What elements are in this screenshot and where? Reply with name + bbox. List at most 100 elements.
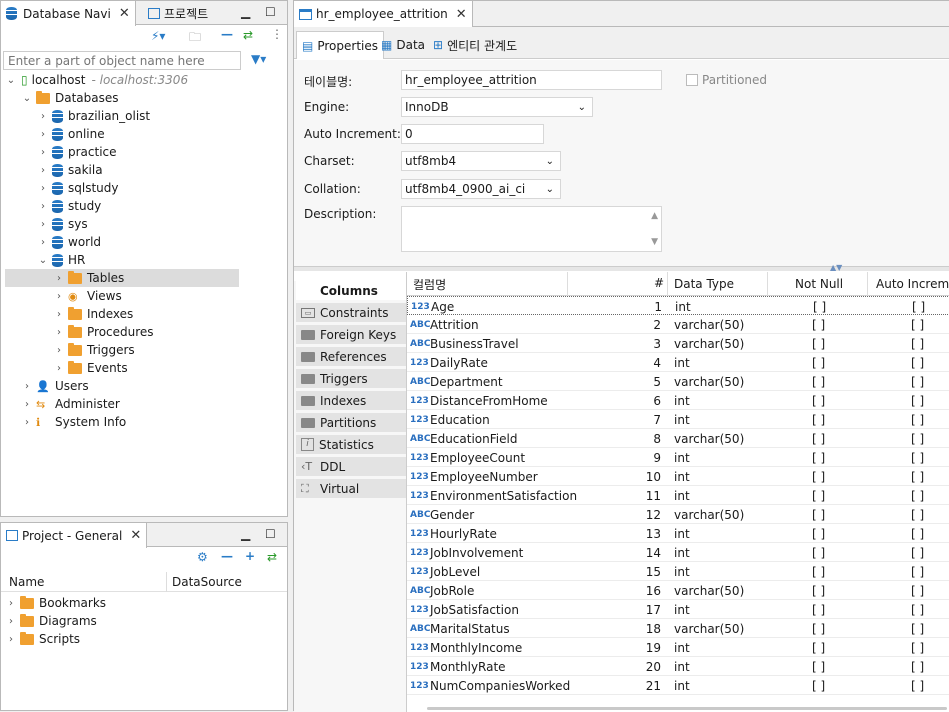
column-type-cell[interactable]: varchar(50) [674,315,744,334]
new-folder-icon[interactable]: 🗀 [189,28,201,49]
table-row[interactable]: 123 NumCompaniesWorked 21 int [ ] [ ] [407,676,949,695]
more-icon[interactable]: ⋮ [271,27,283,41]
tree-connection-localhost[interactable]: ⌄ ▯ localhost - localhost:3306 [5,71,188,89]
side-tab-item[interactable]: i Statistics [296,435,406,455]
tree-db-item[interactable]: › online [37,125,105,143]
maximize-icon[interactable]: ☐ [265,5,276,19]
column-name-header[interactable]: Name [9,575,44,589]
column-name-cell[interactable]: ABC EducationField [410,429,517,448]
auto-increment-input[interactable]: 0 [401,124,544,144]
column-name-cell[interactable]: 123 Education [410,410,490,429]
table-row[interactable]: 123 Education 7 int [ ] [ ] [407,410,949,429]
table-row[interactable]: ABC Gender 12 varchar(50) [ ] [ ] [407,505,949,524]
tab-database-navigator[interactable]: Database Navi ✕ [1,1,136,26]
column-name-cell[interactable]: ABC Department [410,372,503,391]
not-null-checkbox[interactable]: [ ] [812,600,825,619]
side-tab-item[interactable]: ▭ Constraints [296,303,406,323]
auto-increment-checkbox[interactable]: [ ] [911,505,924,524]
tree-db-item[interactable]: ⌄ HR [37,251,86,269]
auto-increment-checkbox[interactable]: [ ] [911,486,924,505]
navigator-scrollbar[interactable] [1,508,287,516]
chevron-right-icon[interactable]: › [37,183,49,194]
not-null-checkbox[interactable]: [ ] [812,448,825,467]
column-type-cell[interactable]: varchar(50) [674,372,744,391]
chevron-right-icon[interactable]: › [37,237,49,248]
tree-hr-item[interactable]: › Procedures [53,323,154,341]
chevron-right-icon[interactable]: › [53,291,65,302]
side-tab-item[interactable]: Triggers [296,369,406,389]
tab-properties[interactable]: ▤ Properties [296,31,384,59]
column-name-cell[interactable]: ABC MaritalStatus [410,619,510,638]
column-name-cell[interactable]: 123 NumCompaniesWorked [410,676,570,695]
tree-hr-item[interactable]: › Indexes [53,305,133,323]
column-header-name[interactable]: 컬럼명 [413,276,446,293]
table-row[interactable]: 123 MonthlyRate 20 int [ ] [ ] [407,657,949,676]
project-item[interactable]: › Scripts [5,630,80,648]
not-null-checkbox[interactable]: [ ] [812,391,825,410]
not-null-checkbox[interactable]: [ ] [812,429,825,448]
table-row[interactable]: ABC MaritalStatus 18 varchar(50) [ ] [ ] [407,619,949,638]
column-name-cell[interactable]: 123 MonthlyIncome [410,638,522,657]
column-name-cell[interactable]: ABC JobRole [410,581,474,600]
not-null-checkbox[interactable]: [ ] [812,486,825,505]
tab-data[interactable]: ▦ Data [376,31,430,59]
column-type-cell[interactable]: varchar(50) [674,581,744,600]
column-type-cell[interactable]: int [674,353,690,372]
tree-root-item[interactable]: › ⇆ Administer [21,395,120,413]
new-connection-icon[interactable]: ⚡▾ [151,29,165,43]
column-name-cell[interactable]: 123 MonthlyRate [410,657,506,676]
table-row[interactable]: ABC Attrition 2 varchar(50) [ ] [ ] [407,315,949,334]
tab-er-diagram[interactable]: ⊞ 엔티티 관계도 [428,31,522,59]
table-row[interactable]: ABC JobRole 16 varchar(50) [ ] [ ] [407,581,949,600]
not-null-checkbox[interactable]: [ ] [812,353,825,372]
partitioned-checkbox[interactable]: Partitioned [686,73,767,87]
chevron-right-icon[interactable]: › [53,363,65,374]
tree-root-item[interactable]: › ℹ System Info [21,413,126,431]
not-null-checkbox[interactable]: [ ] [812,334,825,353]
tree-db-item[interactable]: › sys [37,215,88,233]
column-datasource-header[interactable]: DataSource [172,575,242,589]
auto-increment-checkbox[interactable]: [ ] [911,334,924,353]
auto-increment-checkbox[interactable]: [ ] [911,638,924,657]
auto-increment-checkbox[interactable]: [ ] [911,448,924,467]
chevron-right-icon[interactable]: › [21,399,33,410]
side-tab-item[interactable]: Partitions [296,413,406,433]
auto-increment-checkbox[interactable]: [ ] [911,600,924,619]
close-icon[interactable]: ✕ [119,6,130,21]
column-name-cell[interactable]: 123 HourlyRate [410,524,497,543]
table-name-input[interactable]: hr_employee_attrition [401,70,662,90]
column-header-number[interactable]: # [654,276,664,290]
auto-increment-checkbox[interactable]: [ ] [911,657,924,676]
link-icon[interactable]: ⇄ [267,550,277,564]
not-null-checkbox[interactable]: [ ] [812,638,825,657]
not-null-checkbox[interactable]: [ ] [812,676,825,695]
table-row[interactable]: 123 EmployeeNumber 10 int [ ] [ ] [407,467,949,486]
chevron-right-icon[interactable]: › [5,634,17,645]
not-null-checkbox[interactable]: [ ] [812,372,825,391]
not-null-checkbox[interactable]: [ ] [813,297,826,316]
table-row[interactable]: ABC Department 5 varchar(50) [ ] [ ] [407,372,949,391]
minimize-icon[interactable]: ▁ [241,527,250,541]
column-type-cell[interactable]: int [674,467,690,486]
collation-select[interactable]: utf8mb4_0900_ai_ci ⌄ [401,179,561,199]
project-item[interactable]: › Bookmarks [5,594,106,612]
link-icon[interactable]: ⇄ [243,28,253,42]
column-type-cell[interactable]: int [674,524,690,543]
collapse-icon[interactable]: — [221,549,233,563]
table-row[interactable]: 123 Age 1 int [ ] [ ] [407,296,949,315]
close-icon[interactable]: ✕ [456,7,467,22]
chevron-right-icon[interactable]: › [37,201,49,212]
column-name-cell[interactable]: 123 JobSatisfaction [410,600,519,619]
chevron-down-icon[interactable]: ⌄ [5,75,17,86]
engine-select[interactable]: InnoDB ⌄ [401,97,593,117]
table-row[interactable]: 123 JobLevel 15 int [ ] [ ] [407,562,949,581]
column-name-cell[interactable]: ABC Attrition [410,315,479,334]
column-type-cell[interactable]: varchar(50) [674,334,744,353]
tree-hr-item[interactable]: › ◉ Views [53,287,122,305]
chevron-right-icon[interactable]: › [53,345,65,356]
chevron-right-icon[interactable]: › [5,598,17,609]
side-tab-item[interactable]: Indexes [296,391,406,411]
not-null-checkbox[interactable]: [ ] [812,543,825,562]
auto-increment-checkbox[interactable]: [ ] [912,297,925,316]
column-name-cell[interactable]: 123 EmployeeNumber [410,467,538,486]
